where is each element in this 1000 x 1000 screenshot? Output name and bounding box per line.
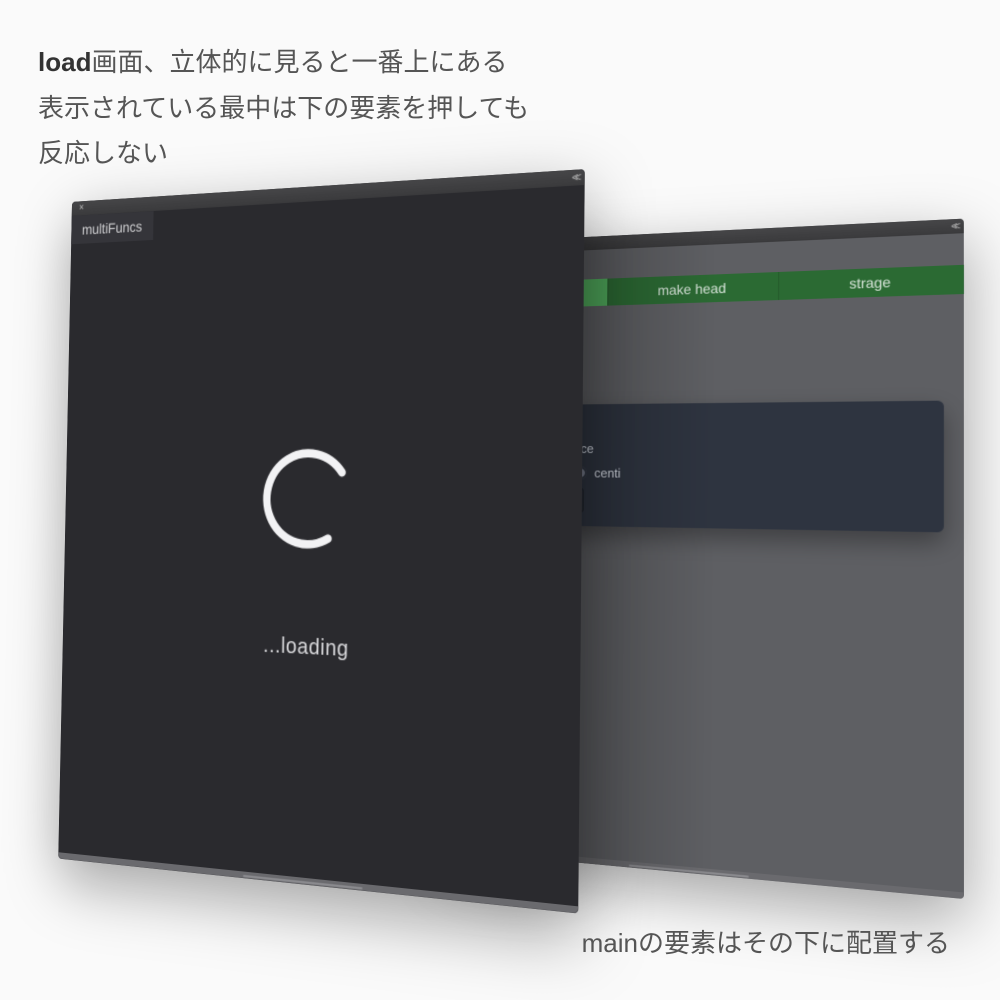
loading-text: ...loading xyxy=(263,633,349,662)
caption-top-line1-rest: 画面、立体的に見ると一番上にある xyxy=(91,47,507,77)
tab-strage[interactable]: strage xyxy=(778,265,963,300)
loading-panel: × << multiFuncs ...loading xyxy=(58,169,585,913)
caption-top-line2: 表示されている最中は下の要素を押しても xyxy=(38,86,529,132)
caption-top-line3: 反応しない xyxy=(38,131,529,177)
tab-make-head[interactable]: make head xyxy=(607,272,779,306)
caption-top-bold: load xyxy=(38,47,91,77)
close-icon[interactable]: × xyxy=(79,203,84,213)
caption-bottom: mainの要素はその下に配置する xyxy=(582,923,950,960)
caption-top: load画面、立体的に見ると一番上にある 表示されている最中は下の要素を押しても… xyxy=(38,40,529,177)
unit-label-centi: centi xyxy=(594,466,620,481)
loading-spinner-icon xyxy=(253,438,364,559)
